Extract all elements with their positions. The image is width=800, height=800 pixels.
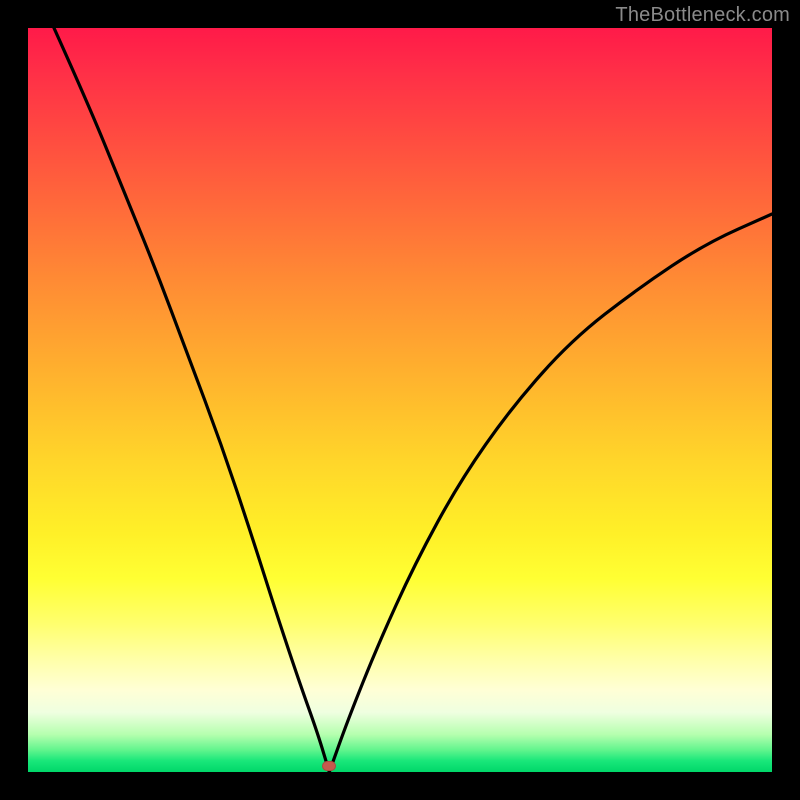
plot-area xyxy=(28,28,772,772)
chart-frame: TheBottleneck.com xyxy=(0,0,800,800)
bottleneck-curve xyxy=(28,28,772,772)
watermark-text: TheBottleneck.com xyxy=(615,4,790,27)
optimal-marker xyxy=(322,761,336,771)
